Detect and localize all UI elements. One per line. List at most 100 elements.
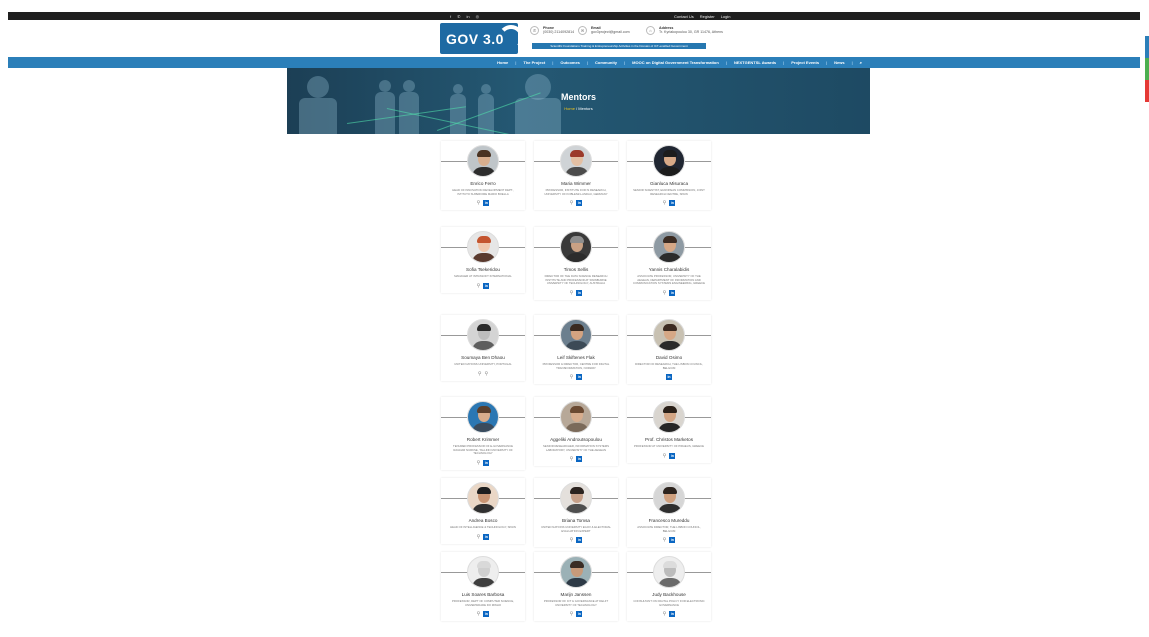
website-link-icon[interactable]: ⚲ xyxy=(663,290,667,296)
linkedin-icon[interactable]: in xyxy=(576,456,583,463)
mentor-links: ⚲ in xyxy=(441,459,525,466)
nav-item-awards[interactable]: NEXTGENTSL Awards xyxy=(734,60,776,65)
side-tab-blue[interactable] xyxy=(1145,36,1149,58)
mentor-card: Enrico Ferro Head of Innovation Developme… xyxy=(441,141,525,211)
website-link-icon[interactable]: ⚲ xyxy=(477,611,481,617)
website-link-icon[interactable]: ⚲ xyxy=(570,374,574,380)
website-link-icon[interactable]: ⚲ xyxy=(477,283,481,289)
mentor-name: Gianluca Misuraca xyxy=(649,181,689,186)
linkedin-icon[interactable]: in xyxy=(576,537,583,544)
linkedin-icon[interactable]: in xyxy=(666,374,672,381)
avatar-hair xyxy=(477,561,491,568)
hero-figure xyxy=(515,98,561,134)
linkedin-icon[interactable]: in xyxy=(669,611,676,618)
contact-phone: ✆ Phone (0030) 2114092814 xyxy=(530,26,574,35)
linkedin-icon[interactable]: in xyxy=(576,374,583,381)
linkedin-icon[interactable]: in xyxy=(483,459,490,466)
contact-email-value[interactable]: gov3project@gmail.com xyxy=(591,30,630,34)
nav-separator: | xyxy=(725,60,727,65)
avatar xyxy=(560,319,592,351)
website-link-icon[interactable]: ⚲ xyxy=(485,371,489,377)
avatar-hair xyxy=(663,561,677,568)
avatar-hair xyxy=(477,487,491,494)
website-link-icon[interactable]: ⚲ xyxy=(663,453,667,459)
linkedin-icon[interactable]: in xyxy=(576,611,583,618)
avatar-body xyxy=(658,504,682,513)
website-link-icon[interactable]: ⚲ xyxy=(570,611,574,617)
instagram-icon[interactable]: ◎ xyxy=(476,14,480,19)
website-link-icon[interactable]: ⚲ xyxy=(477,534,481,540)
login-link[interactable]: Login xyxy=(721,14,731,19)
nav-item-community[interactable]: Community xyxy=(595,60,617,65)
linkedin-icon[interactable]: in xyxy=(466,14,469,19)
linkedin-icon[interactable]: in xyxy=(669,537,676,544)
website-link-icon[interactable]: ⚲ xyxy=(477,200,481,206)
nav-item-the-project[interactable]: The Project xyxy=(523,60,545,65)
website-link-icon[interactable]: ⚲ xyxy=(478,371,482,377)
linkedin-icon[interactable]: in xyxy=(669,452,676,459)
nav-item-home[interactable]: Home xyxy=(497,60,508,65)
linkedin-icon[interactable]: in xyxy=(576,289,583,296)
side-tab-green[interactable] xyxy=(1145,58,1149,80)
website-link-icon[interactable]: ⚲ xyxy=(570,200,574,206)
linkedin-icon[interactable]: in xyxy=(483,611,490,618)
mentor-links: ⚲ in xyxy=(534,611,618,618)
avatar-hair xyxy=(477,406,491,413)
whatsapp-icon[interactable]: ✆ xyxy=(457,14,460,19)
avatar-body xyxy=(658,253,682,262)
side-tab-red[interactable] xyxy=(1145,80,1149,102)
avatar xyxy=(560,482,592,514)
website-link-icon[interactable]: ⚲ xyxy=(663,200,667,206)
avatar xyxy=(653,145,685,177)
search-icon[interactable]: ⌕ xyxy=(860,60,862,65)
mentor-name: Maria Wimmer xyxy=(561,181,591,186)
breadcrumb-home[interactable]: Home xyxy=(564,106,575,111)
phone-icon: ✆ xyxy=(530,26,539,35)
nav-item-news[interactable]: News xyxy=(834,60,844,65)
avatar-hair xyxy=(477,150,491,157)
linkedin-icon[interactable]: in xyxy=(576,200,583,207)
linkedin-icon[interactable]: in xyxy=(483,200,490,207)
mentor-card: Andrea Bosco Head of Intelligence & Techn… xyxy=(441,478,525,544)
mentor-links: ⚲ in xyxy=(627,537,711,544)
contact-phone-value[interactable]: (0030) 2114092814 xyxy=(543,30,574,34)
website-link-icon[interactable]: ⚲ xyxy=(663,611,667,617)
nav-item-project-events[interactable]: Project Events xyxy=(791,60,819,65)
facebook-icon[interactable]: f xyxy=(450,14,451,19)
mentor-role: Tenured Professor of e-Governance Ragnar… xyxy=(453,444,513,456)
mentor-links: ⚲ in xyxy=(534,374,618,381)
avatar-hair xyxy=(477,324,491,331)
mentor-links: ⚲ in xyxy=(534,200,618,207)
nav-separator: | xyxy=(586,60,589,65)
website-link-icon[interactable]: ⚲ xyxy=(663,537,667,543)
website-link-icon[interactable]: ⚲ xyxy=(570,456,574,462)
site-logo[interactable]: GOV 3.0 xyxy=(440,23,518,54)
nav-separator: | xyxy=(826,60,828,65)
mentor-role: Manager at Intrasoft International xyxy=(454,274,512,278)
mentor-role: Professor of ICT & Governance at Delft U… xyxy=(543,599,609,607)
avatar-hair xyxy=(570,236,584,243)
mentor-name: Marijn Janssen xyxy=(560,592,592,597)
top-bar: f ✆ in ◎ Contact Us Register Login xyxy=(8,12,1140,20)
mentor-card: Leif Skiftenes Flak Professor & Director,… xyxy=(534,315,618,385)
auth-links: Contact Us Register Login xyxy=(674,14,731,19)
mentor-card: Timos Sellis Director of the Data Science… xyxy=(534,227,618,300)
linkedin-icon[interactable]: in xyxy=(483,282,490,289)
website-link-icon[interactable]: ⚲ xyxy=(570,537,574,543)
nav-item-mooc[interactable]: MOOC on Digital Government Transformatio… xyxy=(632,60,719,65)
register-link[interactable]: Register xyxy=(700,14,715,19)
linkedin-icon[interactable]: in xyxy=(483,533,490,540)
nav-item-outcomes[interactable]: Outcomes xyxy=(560,60,580,65)
website-link-icon[interactable]: ⚲ xyxy=(477,460,481,466)
avatar-hair xyxy=(570,150,584,157)
mentor-card: Yannis Charalabidis Associate Professor, … xyxy=(627,227,711,300)
linkedin-icon[interactable]: in xyxy=(669,289,676,296)
contact-us-link[interactable]: Contact Us xyxy=(674,14,694,19)
website-link-icon[interactable]: ⚲ xyxy=(570,290,574,296)
social-links: f ✆ in ◎ xyxy=(450,14,479,19)
mentor-name: David Osimo xyxy=(655,355,683,360)
avatar xyxy=(560,556,592,588)
linkedin-icon[interactable]: in xyxy=(669,200,676,207)
avatar-body xyxy=(565,504,589,513)
mentor-role: Senior Scientist, European Commission, J… xyxy=(633,188,705,196)
